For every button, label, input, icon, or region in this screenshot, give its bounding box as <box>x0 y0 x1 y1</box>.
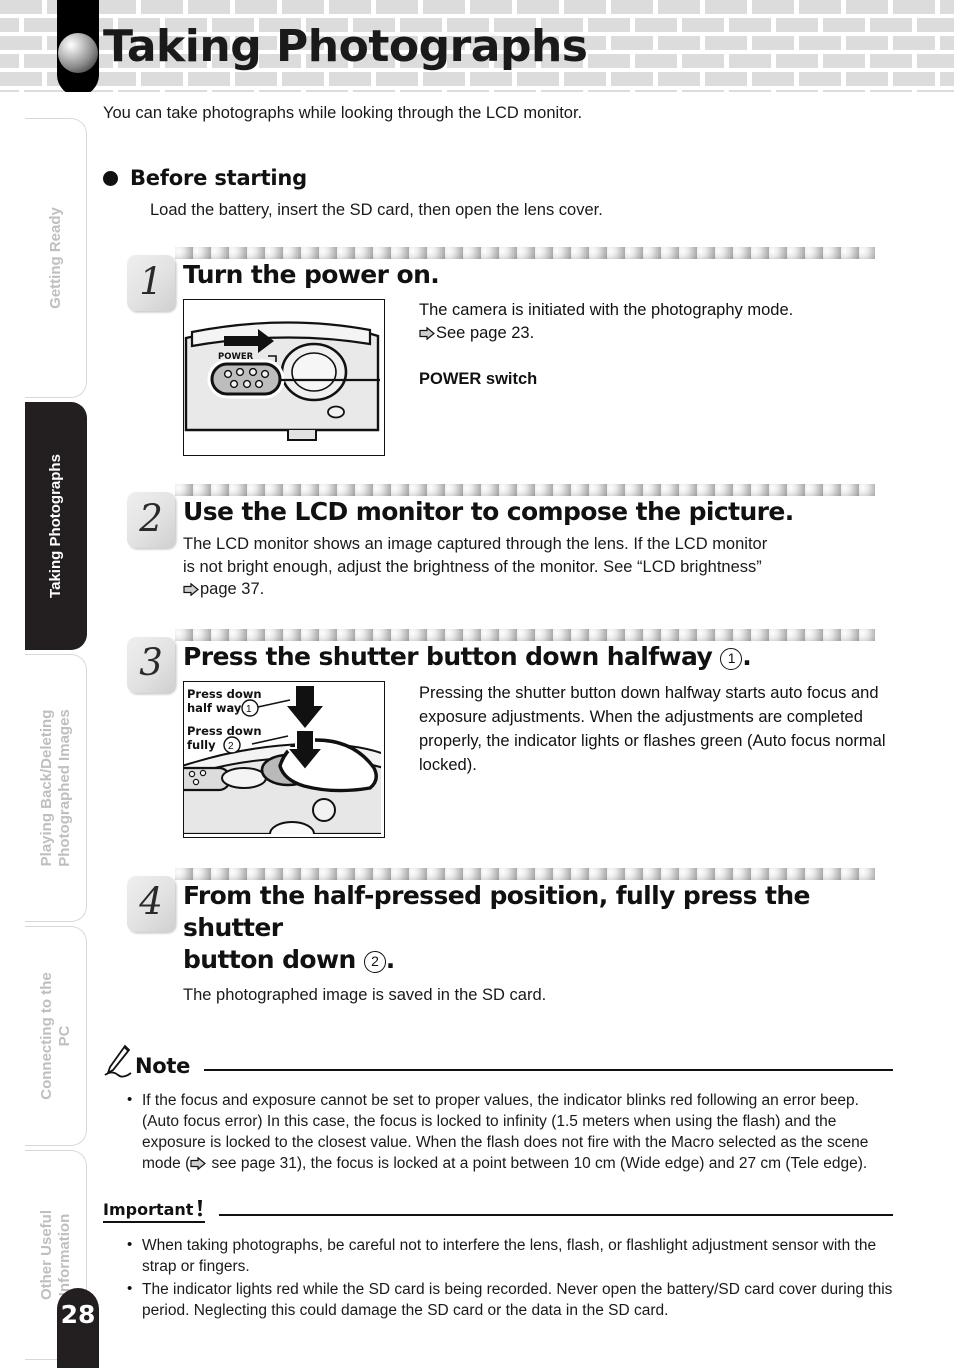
note-rule <box>204 1069 893 1071</box>
power-label: POWER <box>218 352 254 362</box>
step-2: 2 Use the LCD monitor to compose the pic… <box>103 484 893 601</box>
see-page-arrow-icon <box>419 326 435 340</box>
step-3-content: Press down half way 1 Press down fully 2… <box>183 680 893 838</box>
circled-number-2-fig: 2 <box>228 741 234 752</box>
bead-separator <box>175 247 875 259</box>
press-full-label-line2: fully <box>187 738 216 752</box>
important-title: Important <box>103 1200 194 1219</box>
before-starting-label: Before starting <box>130 166 308 190</box>
step-1-body-line2-row: See page 23. <box>419 322 893 345</box>
step-2-body-line1: The LCD monitor shows an image captured … <box>183 535 768 553</box>
step-number-badge: 3 <box>127 636 175 693</box>
see-page-arrow-icon <box>190 1157 207 1170</box>
step-number-2: 2 <box>139 496 163 540</box>
press-half-label-line1: Press down <box>187 687 262 701</box>
note-section: Note If the focus and exposure cannot be… <box>103 1044 893 1174</box>
step-3: 3 Press the shutter button down halfway … <box>103 628 893 838</box>
sidebar-item-label: Connecting to the PC <box>37 972 73 1100</box>
before-starting-text: Load the battery, insert the SD card, th… <box>150 201 603 219</box>
bead-separator <box>175 867 875 880</box>
page-header: Taking Photographs <box>0 0 954 92</box>
press-full-label-line1: Press down <box>187 724 262 738</box>
page-number: 28 <box>60 1300 96 1329</box>
intro-paragraph: You can take photographs while looking t… <box>103 104 583 122</box>
pen-icon <box>103 1044 133 1078</box>
exclamation-icon <box>194 1200 205 1217</box>
step-2-body-line3-row: page 37. <box>183 578 893 601</box>
step-3-text-block: Pressing the shutter button down halfway… <box>385 681 893 838</box>
circled-number-1: 1 <box>720 647 743 670</box>
camera-top-power-switch-illustration: POWER <box>183 299 385 456</box>
power-switch-callout: POWER switch <box>419 370 538 388</box>
sidebar-item-getting-ready[interactable]: Getting Ready <box>25 118 87 398</box>
note-bullet-list: If the focus and exposure cannot be set … <box>125 1089 893 1174</box>
step-number-3: 3 <box>139 641 163 684</box>
step-4-heading-line2: button down 2. <box>183 944 893 976</box>
sidebar-item-label: Getting Ready <box>46 207 64 309</box>
bead-separator <box>175 484 875 496</box>
step-number-badge: 1 <box>127 255 175 311</box>
important-bullet-list: When taking photographs, be careful not … <box>125 1234 893 1321</box>
see-page-arrow-icon <box>183 583 199 596</box>
step-4-heading-line2-suffix: . <box>385 944 396 974</box>
step-1-body-line2: See page 23. <box>436 323 535 342</box>
step-3-body: Pressing the shutter button down halfway… <box>419 683 886 774</box>
step-4-heading: From the half-pressed position, fully pr… <box>183 868 893 976</box>
sidebar-item-connecting-to-pc[interactable]: Connecting to the PC <box>25 926 87 1146</box>
step-4-heading-line1: From the half-pressed position, fully pr… <box>183 880 810 942</box>
step-3-heading-suffix: . <box>742 641 752 671</box>
sidebar-item-label: Playing Back/Deleting Photographed Images <box>37 709 73 867</box>
brick-row <box>0 72 954 86</box>
step-number-badge: 2 <box>127 492 175 548</box>
page-content: You can take photographs while looking t… <box>103 96 893 1323</box>
important-section: Important When taking photographs, be ca… <box>103 1200 893 1321</box>
sidebar-item-playing-back-deleting[interactable]: Playing Back/Deleting Photographed Images <box>25 654 87 922</box>
bead-separator <box>175 628 875 641</box>
step-3-heading-prefix: Press the shutter button down halfway <box>183 641 721 671</box>
brick-row <box>0 0 954 14</box>
circled-number-2: 2 <box>363 950 386 973</box>
step-2-body-line2: is not bright enough, adjust the brightn… <box>183 557 762 576</box>
step-number-4: 4 <box>139 880 163 923</box>
sidebar-item-label: Taking Photographs <box>46 454 64 598</box>
step-2-body-line3: page 37. <box>200 580 265 598</box>
camera-illustration-svg: POWER <box>184 321 380 441</box>
important-header: Important <box>103 1200 893 1223</box>
step-4-body: The photographed image is saved in the S… <box>183 985 547 1004</box>
step-4: 4 From the half-pressed position, fully … <box>103 867 893 1007</box>
step-number-1: 1 <box>139 259 163 303</box>
page-number-tab: 28 <box>57 1288 99 1368</box>
step-1-body-line1: The camera is initiated with the photogr… <box>419 301 794 319</box>
note-title: Note <box>135 1054 191 1078</box>
important-bullet-item: The indicator lights red while the SD ca… <box>125 1278 893 1321</box>
step-1-content: POWER The camera is initiated with the p… <box>183 299 893 456</box>
note-header: Note <box>103 1044 893 1078</box>
important-rule <box>219 1214 893 1216</box>
important-bullet-item: When taking photographs, be careful not … <box>125 1234 893 1277</box>
step-4-heading-line2-prefix: button down <box>183 944 364 974</box>
step-1: 1 Turn the power on. POWER The camera is… <box>103 247 893 456</box>
before-starting-heading: Before starting <box>103 166 893 190</box>
step-2-body: The LCD monitor shows an image captured … <box>183 533 893 601</box>
brick-row <box>0 90 954 92</box>
circled-number-1-fig: 1 <box>246 704 252 715</box>
important-title-wrap: Important <box>103 1200 206 1223</box>
step-number-badge: 4 <box>127 875 175 932</box>
press-half-label-line2: half way <box>187 701 242 715</box>
sphere-bullet-icon <box>58 33 98 73</box>
shutter-button-press-illustration: Press down half way 1 Press down fully 2 <box>183 680 385 838</box>
sidebar-item-taking-photographs[interactable]: Taking Photographs <box>25 402 87 650</box>
note-bullet-part-b: see page 31), the focus is locked at a p… <box>207 1155 868 1172</box>
filled-circle-icon <box>103 170 118 186</box>
note-bullet-item: If the focus and exposure cannot be set … <box>125 1089 893 1174</box>
page-title: Taking Photographs <box>103 21 588 72</box>
step-1-text-block: The camera is initiated with the photogr… <box>385 299 893 456</box>
shutter-illustration-svg: Press down half way 1 Press down fully 2 <box>184 685 381 834</box>
chapter-sidebar[interactable]: Getting Ready Taking Photographs Playing… <box>0 100 96 1360</box>
